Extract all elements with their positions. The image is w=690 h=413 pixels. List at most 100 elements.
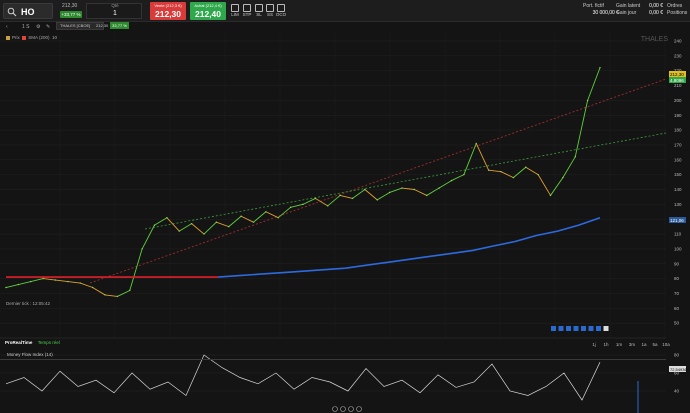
price-segment [290, 203, 304, 208]
price-point [252, 221, 255, 223]
watermark: THALES [641, 36, 669, 43]
price-point [376, 199, 378, 201]
tf-3m[interactable]: 3m [627, 342, 637, 347]
price-segment [550, 177, 564, 196]
zoom-out-icon[interactable] [340, 406, 346, 412]
back-arrow-icon[interactable]: ‹ [6, 24, 8, 30]
price-segment [463, 143, 477, 175]
tf-5a[interactable]: 5a [650, 342, 660, 347]
chart-nav[interactable] [332, 406, 362, 412]
y-tick-label: 110 [674, 232, 682, 237]
price-point [426, 194, 428, 197]
price-point [314, 197, 317, 200]
change-badge: +33,77 % [60, 11, 82, 18]
y-tick-label: 150 [674, 172, 682, 177]
y-tick-label: 190 [674, 113, 682, 118]
price-point [562, 176, 564, 179]
price-segment [191, 223, 205, 235]
price-point [475, 142, 477, 145]
y-tick-label: 170 [674, 142, 682, 147]
settings-icon[interactable]: ⚙ [36, 24, 40, 30]
price-point [178, 230, 180, 232]
pnl-latent-value: 0,00 € [649, 3, 663, 9]
pnl-latent-label: Gain latent [616, 3, 641, 9]
price-point [289, 206, 292, 209]
event-marker[interactable] [573, 326, 579, 331]
mfi-y-axis: 406080 [674, 353, 680, 394]
portfolio-label: Port. fictif [583, 3, 604, 9]
y-tick-label: 210 [674, 83, 682, 88]
symbol-search-box[interactable]: HO [3, 3, 53, 19]
price-point [153, 224, 156, 226]
price-point [302, 203, 304, 206]
y-tick-label: 180 [674, 128, 682, 133]
mfi-label[interactable]: Money Flow Index (14) [7, 352, 53, 357]
pnl-day-label: Gain jour [616, 10, 637, 16]
event-marker[interactable] [566, 326, 571, 331]
orders-label[interactable]: Ordres [667, 3, 682, 9]
price-point [537, 173, 539, 176]
price-segment [451, 174, 465, 181]
y-tick-label: 70 [674, 291, 680, 296]
event-marker[interactable] [596, 326, 601, 331]
y-tick-label: 240 [674, 39, 682, 44]
tf-1j[interactable]: 1j [589, 342, 599, 347]
event-marker[interactable] [581, 326, 586, 331]
price-point [116, 295, 119, 298]
mfi-line [5, 354, 601, 401]
price-segment [475, 143, 490, 171]
sell-button[interactable]: Vente (212,3 €) 212,30 [150, 2, 186, 20]
price-segment [154, 217, 168, 226]
tf-1a[interactable]: 1a [639, 342, 649, 347]
symbol-text: HO [21, 7, 35, 17]
tf-1h[interactable]: 1h [601, 342, 611, 347]
instrument-pct-badge: 33,77 % [110, 22, 129, 29]
y-tick-label: 140 [674, 187, 682, 192]
event-marker[interactable] [603, 326, 609, 331]
event-markers[interactable] [551, 326, 609, 331]
event-marker[interactable] [588, 326, 594, 331]
prorealtime-brand: ProRealTime Temps réel [5, 340, 60, 345]
price-point [450, 179, 453, 182]
zoom-in-icon[interactable] [332, 406, 338, 412]
oco-order-icon [277, 4, 285, 12]
buy-price: 212,40 [195, 9, 221, 19]
stop-limit-icon [255, 4, 263, 12]
last-price: 212,30 [62, 3, 78, 9]
price-point [54, 279, 57, 281]
price-point [351, 197, 354, 200]
green-trendline[interactable] [144, 132, 667, 230]
mfi-value-text: 72,54936 [670, 367, 687, 372]
price-point [512, 176, 515, 179]
trend-lines[interactable] [89, 78, 667, 284]
price-segment [92, 287, 106, 296]
series-layer [5, 67, 601, 298]
price-point [401, 187, 403, 189]
price-point [240, 215, 242, 217]
price-segment [352, 189, 366, 199]
event-marker[interactable] [551, 326, 556, 331]
y-tick-label: 200 [674, 98, 682, 103]
quantity-input[interactable]: 1 [108, 10, 122, 17]
scroll-right-icon[interactable] [356, 406, 362, 412]
red-trendline[interactable] [89, 78, 667, 284]
price-chart[interactable]: THALES 506070809010011012013014015016017… [0, 33, 690, 413]
tf-10a[interactable]: 10a [661, 342, 671, 347]
price-segment [203, 221, 217, 235]
price-segment [179, 223, 192, 232]
quantity-label: Qté [111, 3, 119, 8]
price-point [549, 194, 552, 197]
price-point [190, 222, 193, 225]
scroll-left-icon[interactable] [348, 406, 354, 412]
positions-label[interactable]: Positions [667, 10, 687, 16]
order-type-oco[interactable]: OCO [274, 3, 288, 19]
tf-1m[interactable]: 1m [614, 342, 624, 347]
sub-separator [0, 359, 666, 360]
buy-button[interactable]: Achat (212,4 €) 212,40 [190, 2, 226, 20]
interval-select[interactable]: 1 S [22, 24, 30, 30]
draw-icon[interactable]: ✎ [46, 24, 50, 30]
price-segment [216, 221, 229, 228]
event-marker[interactable] [558, 326, 564, 331]
price-point [339, 194, 341, 197]
price-point [129, 289, 131, 292]
